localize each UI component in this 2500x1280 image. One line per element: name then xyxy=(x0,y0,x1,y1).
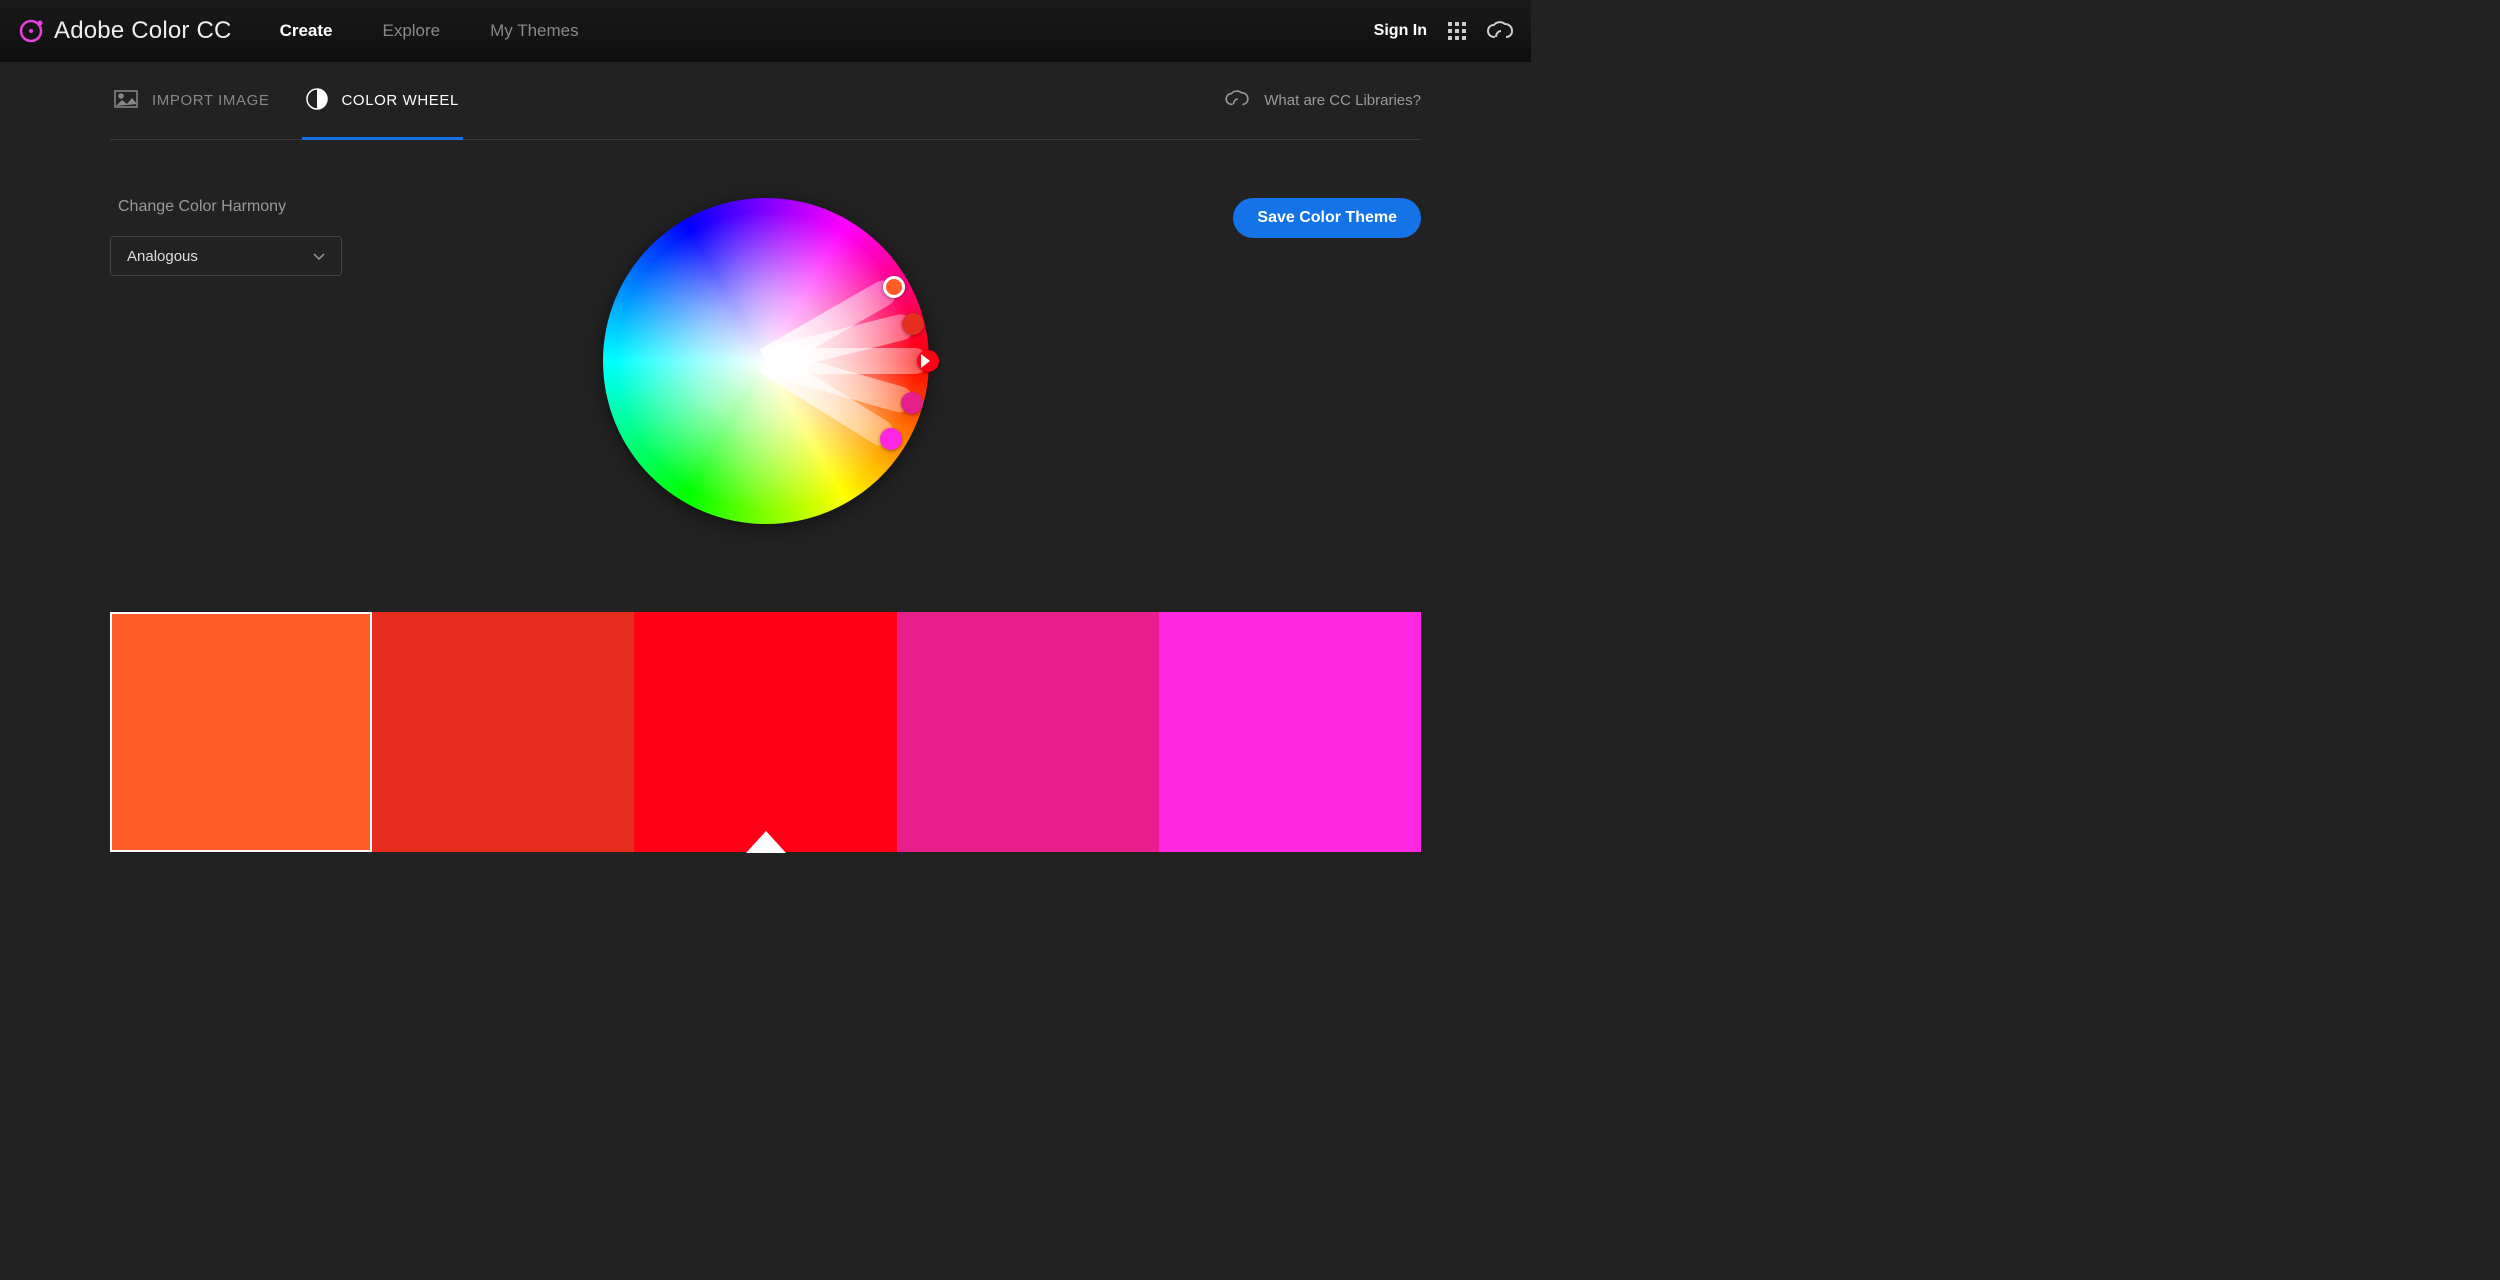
color-swatch[interactable] xyxy=(1159,612,1421,852)
tab-color-wheel[interactable]: COLOR WHEEL xyxy=(302,62,463,139)
half-circle-icon xyxy=(306,88,328,114)
color-swatch[interactable] xyxy=(110,612,372,852)
wheel-marker[interactable] xyxy=(883,276,905,298)
editor-area: Change Color Harmony Analogous Save Colo… xyxy=(110,140,1421,852)
save-theme-button[interactable]: Save Color Theme xyxy=(1233,198,1421,238)
tab-color-wheel-label: COLOR WHEEL xyxy=(342,92,459,109)
color-swatch[interactable] xyxy=(634,612,896,852)
base-color-indicator-icon xyxy=(746,831,786,853)
sign-in-link[interactable]: Sign In xyxy=(1374,22,1427,40)
apps-grid-icon[interactable] xyxy=(1447,21,1467,41)
wheel-marker[interactable] xyxy=(917,350,939,372)
cc-libraries-label: What are CC Libraries? xyxy=(1264,92,1421,109)
harmony-selected-value: Analogous xyxy=(127,248,198,265)
color-wheel-logo-icon xyxy=(18,18,44,44)
creative-cloud-icon[interactable] xyxy=(1487,21,1513,41)
topbar-right: Sign In xyxy=(1374,21,1513,41)
chevron-down-icon xyxy=(313,248,325,265)
swatch-row xyxy=(110,612,1421,852)
cc-libraries-link[interactable]: What are CC Libraries? xyxy=(1224,90,1421,112)
app-title: Adobe Color CC xyxy=(54,17,232,45)
wheel-marker[interactable] xyxy=(901,392,923,414)
color-swatch[interactable] xyxy=(372,612,634,852)
image-icon xyxy=(114,90,138,112)
nav-create[interactable]: Create xyxy=(280,21,333,41)
nav-my-themes[interactable]: My Themes xyxy=(490,21,579,41)
color-swatch[interactable] xyxy=(897,612,1159,852)
tab-import-image[interactable]: IMPORT IMAGE xyxy=(110,62,274,139)
app-logo[interactable]: Adobe Color CC xyxy=(18,17,232,45)
nav-explore[interactable]: Explore xyxy=(382,21,440,41)
wheel-marker[interactable] xyxy=(880,428,902,450)
wheel-markers-layer xyxy=(603,198,929,524)
harmony-rule-select[interactable]: Analogous xyxy=(110,236,342,276)
color-wheel[interactable] xyxy=(603,198,929,524)
tab-import-image-label: IMPORT IMAGE xyxy=(152,92,270,109)
main-nav: Create Explore My Themes xyxy=(280,21,579,41)
content-area: IMPORT IMAGE COLOR WHEEL What are CC Lib… xyxy=(0,62,1531,852)
creative-cloud-icon xyxy=(1224,90,1250,112)
tabs-row: IMPORT IMAGE COLOR WHEEL What are CC Lib… xyxy=(110,62,1421,140)
wheel-marker[interactable] xyxy=(902,313,924,335)
top-bar: Adobe Color CC Create Explore My Themes … xyxy=(0,0,1531,62)
